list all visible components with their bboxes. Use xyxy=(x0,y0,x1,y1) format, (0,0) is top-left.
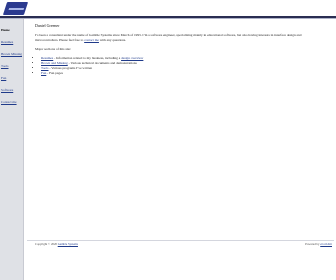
copyright-text: Copyright © 2020 xyxy=(35,242,57,246)
company-link[interactable]: Gamble Systems xyxy=(58,242,78,246)
sidebar-item-contact-me[interactable]: Contact me xyxy=(0,96,23,108)
intro-text: I’s been a consultant under the name of … xyxy=(35,33,302,42)
main-content: Daniel Greener I’s been a consultant und… xyxy=(27,23,332,76)
intro-end-text: with any questions. xyxy=(99,38,127,42)
sidebar-item-resumes[interactable]: Resumes xyxy=(0,36,23,48)
footer-powered: Powered by eCom Kit xyxy=(305,242,332,246)
section-description: - Fun pages xyxy=(46,71,63,75)
page: Home Resumes Brown Missing Tools Fun Software… xyxy=(0,0,336,280)
powered-text: Powered by xyxy=(305,242,320,246)
intro-paragraph: I’s been a consultant under the name of … xyxy=(35,33,325,43)
sidebar: Home Resumes Brown Missing Tools Fun Software… xyxy=(0,19,24,280)
sidebar-item-brown-missing[interactable]: Brown Missing xyxy=(0,48,23,60)
contact-link[interactable]: contact me xyxy=(84,38,99,42)
sidebar-item-fun[interactable]: Fun xyxy=(0,72,23,84)
footer-rule xyxy=(27,240,334,241)
section-description: - Various technical documents and demons… xyxy=(67,61,137,65)
section-link[interactable]: Tools xyxy=(41,66,49,70)
section-description: - Various programs I’ve written xyxy=(48,66,93,70)
section-link[interactable]: Brown and Missing xyxy=(41,61,68,65)
powered-link[interactable]: eCom Kit xyxy=(320,242,332,246)
sidebar-item-software[interactable]: Software xyxy=(0,84,23,96)
sidebar-item-tools[interactable]: Tools xyxy=(0,60,23,72)
footer-copyright: Copyright © 2020 Gamble Systems xyxy=(35,242,78,246)
site-logo[interactable] xyxy=(2,2,29,15)
section-item: Fun - Fun pages xyxy=(41,71,326,76)
sidebar-nav: Home Resumes Brown Missing Tools Fun Software… xyxy=(0,24,23,108)
section-description: - Information related to my business, in… xyxy=(53,56,121,60)
page-title: Daniel Greener xyxy=(35,23,60,28)
sections-list: Resumes - Information related to my busi… xyxy=(35,56,326,76)
sections-heading: Major sections of this site: xyxy=(35,47,71,51)
header-rule-light xyxy=(0,18,336,19)
section-link[interactable]: Resumes xyxy=(41,56,53,60)
section-sublink[interactable]: design overview xyxy=(121,56,143,60)
sidebar-item-home[interactable]: Home xyxy=(0,24,23,36)
